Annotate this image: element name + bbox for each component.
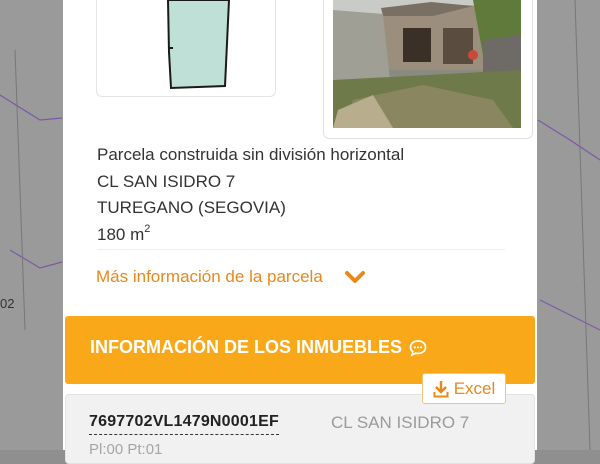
facade-photo[interactable] [333,0,521,128]
parcel-area-exponent: 2 [144,222,151,235]
excel-export-button[interactable]: Excel [422,373,506,404]
more-parcel-info-link[interactable]: Más información de la parcela [96,264,367,290]
facade-photo-image [333,0,521,128]
details-divider [97,249,505,250]
inmueble-cadastral-ref[interactable]: 7697702VL1479N0001EF [89,413,279,435]
parcel-shape-card [96,0,276,97]
map-edge-label: 02 [0,296,15,311]
parcel-shape [166,0,231,90]
inmueble-address: CL SAN ISIDRO 7 [331,413,470,432]
download-icon [433,380,449,398]
facade-photo-card[interactable] [323,0,533,139]
parcel-type: Parcela construida sin división horizont… [97,145,405,164]
chevron-down-icon[interactable] [343,269,367,285]
inmuebles-title-row: INFORMACIÓN DE LOS INMUEBLES [90,337,427,358]
parcel-details: Parcela construida sin división horizont… [97,142,404,248]
inmuebles-title: INFORMACIÓN DE LOS INMUEBLES [90,337,403,357]
chat-bubble-icon[interactable] [409,339,427,357]
parcel-town: TUREGANO (SEGOVIA) [97,198,286,217]
inmueble-list-item[interactable]: 7697702VL1479N0001EF CL SAN ISIDRO 7 Pl:… [65,394,535,464]
parcel-address: CL SAN ISIDRO 7 [97,171,236,191]
more-parcel-info-label: Más información de la parcela [96,267,323,286]
excel-button-label: Excel [453,378,496,398]
parcel-area-value: 180 m [97,224,145,244]
parcel-area: 180 m2 [97,222,404,249]
